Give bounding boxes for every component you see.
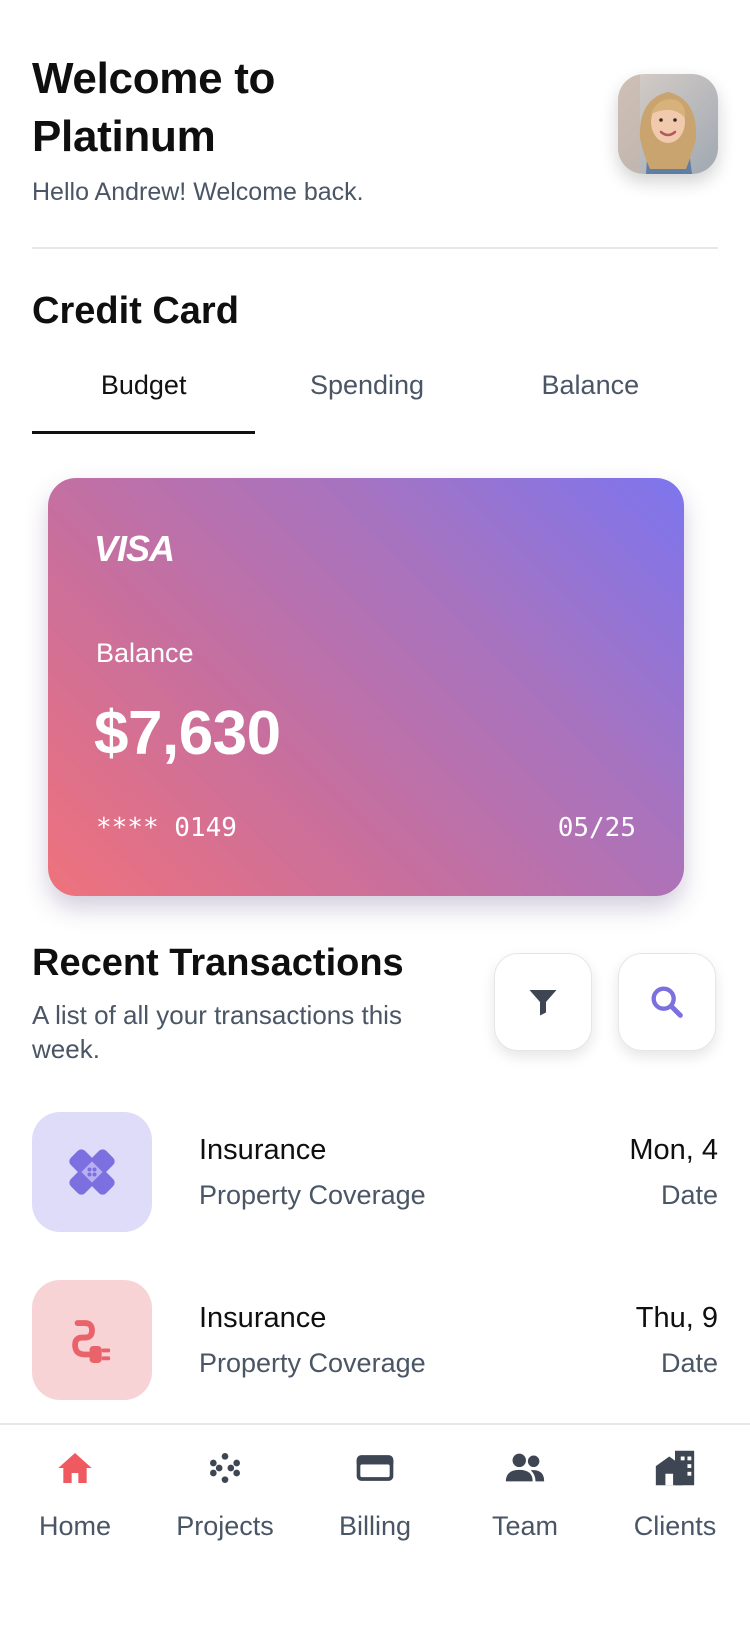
nav-billing[interactable]: Billing [300, 1425, 450, 1625]
bandage-icon [69, 1149, 115, 1195]
transaction-title: Insurance [199, 1134, 327, 1166]
welcome-header: Welcome to Platinum Hello Andrew! Welcom… [32, 50, 532, 207]
welcome-subtitle: Hello Andrew! Welcome back. [32, 178, 364, 206]
credit-card-icon [352, 1445, 398, 1491]
people-icon [502, 1445, 548, 1491]
visa-logo: VISA [94, 528, 175, 569]
tab-budget[interactable]: Budget [32, 360, 256, 434]
card-balance-amount: $7,630 [94, 699, 281, 768]
search-icon [651, 986, 683, 1018]
nav-clients[interactable]: Clients [600, 1425, 750, 1625]
transaction-subtitle: Property Coverage [199, 1180, 426, 1210]
filter-icon [529, 990, 557, 1016]
nav-clients-label: Clients [633, 1511, 717, 1541]
avatar[interactable] [618, 74, 718, 174]
transaction-icon-container [32, 1112, 152, 1232]
dots-grid-icon [202, 1445, 248, 1491]
credit-card[interactable]: VISA Balance $7,630 **** 0149 05/25 [48, 478, 684, 896]
page-title: Welcome to Platinum [32, 50, 532, 166]
search-button[interactable] [618, 953, 716, 1051]
card-tabs: Budget Spending Balance [32, 360, 702, 434]
transaction-date: Thu, 9 [635, 1302, 718, 1334]
plug-icon [72, 1320, 111, 1363]
title-line-1: Welcome to [32, 54, 276, 103]
transaction-icon-container [32, 1280, 152, 1400]
transaction-subtitle: Property Coverage [199, 1348, 426, 1378]
home-icon [52, 1445, 98, 1491]
app-screen: Welcome to Platinum Hello Andrew! Welcom… [0, 0, 750, 1626]
building-icon [652, 1445, 698, 1491]
card-expiry: 05/25 [557, 813, 636, 843]
title-line-2: Platinum [32, 112, 216, 161]
card-number: **** 0149 [96, 813, 237, 843]
nav-team[interactable]: Team [450, 1425, 600, 1625]
nav-home-label: Home [38, 1511, 112, 1541]
header-divider [32, 247, 718, 249]
nav-billing-label: Billing [338, 1511, 412, 1541]
credit-card-section-title: Credit Card [32, 290, 239, 332]
transaction-date-label: Date [660, 1180, 718, 1210]
nav-team-label: Team [491, 1511, 559, 1541]
nav-home[interactable]: Home [0, 1425, 150, 1625]
transaction-date: Mon, 4 [629, 1134, 718, 1166]
filter-button[interactable] [494, 953, 592, 1051]
card-balance-label: Balance [96, 638, 194, 668]
nav-projects[interactable]: Projects [150, 1425, 300, 1625]
recent-transactions-title: Recent Transactions [32, 942, 404, 984]
avatar-photo [618, 74, 718, 174]
transaction-row[interactable]: Insurance Property Coverage Mon, 4 Date [32, 1112, 718, 1232]
tab-spending[interactable]: Spending [255, 360, 478, 434]
transaction-row[interactable]: Insurance Property Coverage Thu, 9 Date [32, 1280, 718, 1400]
recent-transactions-subtitle: A list of all your transactions this wee… [32, 1000, 402, 1064]
tab-balance[interactable]: Balance [479, 360, 702, 434]
transaction-title: Insurance [199, 1302, 327, 1334]
nav-projects-label: Projects [176, 1511, 274, 1541]
transaction-date-label: Date [660, 1348, 718, 1378]
bottom-nav: Home Projects Billing Team Clients [0, 1425, 750, 1625]
